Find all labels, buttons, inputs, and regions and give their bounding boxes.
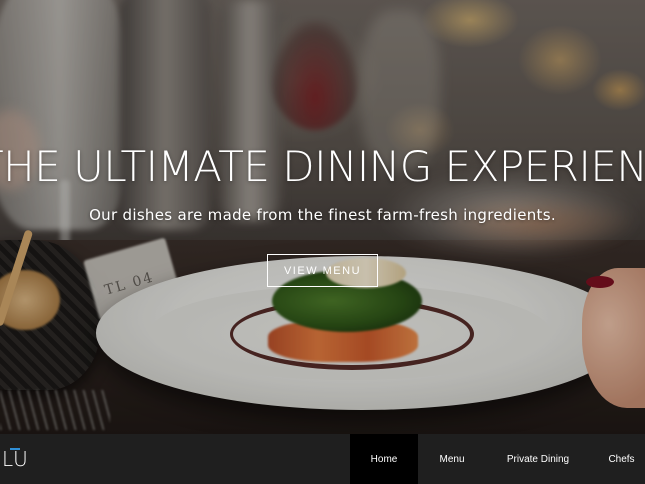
nav-item-home[interactable]: Home: [350, 434, 418, 484]
logo-accent-bar: [10, 448, 20, 450]
hero-section: TL 04 THE ULTIMATE DINING EXPERIENCE Our…: [0, 0, 645, 434]
logo-text: LU: [2, 447, 29, 471]
main-navbar: LU Home Menu Private Dining Chefs: [0, 434, 645, 484]
view-menu-button[interactable]: VIEW MENU: [267, 254, 378, 287]
hero-title: THE ULTIMATE DINING EXPERIENCE: [0, 142, 645, 191]
nav-item-menu[interactable]: Menu: [418, 434, 486, 484]
hero-subtitle: Our dishes are made from the finest farm…: [89, 206, 556, 224]
nav-item-private-dining[interactable]: Private Dining: [494, 434, 582, 484]
site-logo[interactable]: LU: [0, 434, 29, 484]
nav-item-chefs[interactable]: Chefs: [598, 434, 645, 484]
